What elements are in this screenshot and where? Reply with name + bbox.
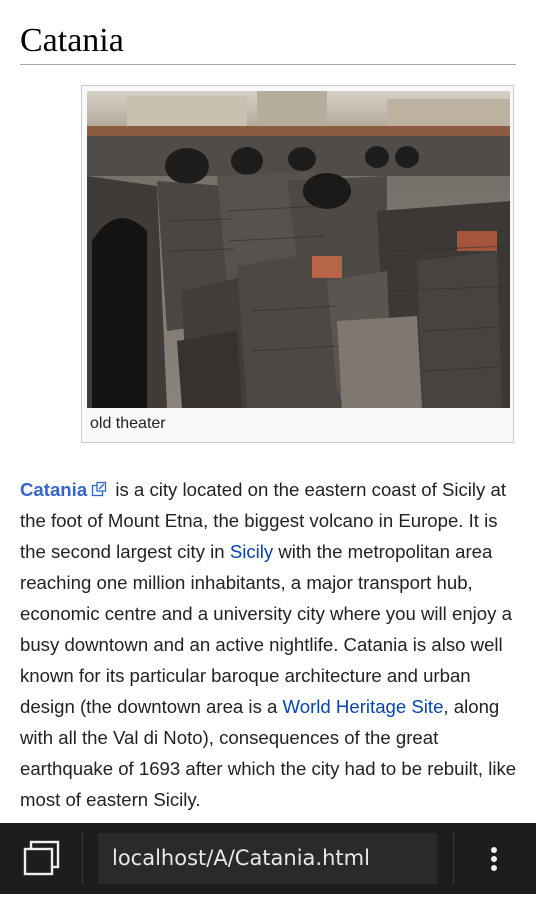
old-theater-photo[interactable] [87, 91, 510, 408]
overflow-menu-button[interactable] [470, 823, 520, 894]
world-heritage-site-link[interactable]: World Heritage Site [283, 696, 444, 717]
menu-dot-icon [491, 865, 497, 871]
page-content: Catania old theater Catania is a city lo… [0, 0, 536, 823]
toolbar-divider [82, 833, 83, 884]
toolbar-divider [453, 833, 454, 884]
image-caption: old theater [90, 415, 166, 432]
page-title: Catania [20, 22, 124, 59]
image-figure: old theater [81, 85, 514, 443]
sicily-link[interactable]: Sicily [230, 541, 273, 562]
tabs-icon [23, 840, 60, 876]
menu-dot-icon [491, 847, 497, 853]
address-bar[interactable]: localhost/A/Catania.html [98, 833, 437, 884]
tabs-button[interactable] [0, 823, 82, 894]
article-paragraph: Catania is a city located on the eastern… [20, 474, 520, 815]
article-text-2: with the metropolitan area reaching one … [20, 541, 512, 717]
external-link-icon [92, 481, 107, 497]
browser-toolbar: localhost/A/Catania.html [0, 823, 536, 894]
menu-dot-icon [491, 856, 497, 862]
title-divider [20, 64, 516, 65]
catania-external-link[interactable]: Catania [20, 479, 87, 500]
